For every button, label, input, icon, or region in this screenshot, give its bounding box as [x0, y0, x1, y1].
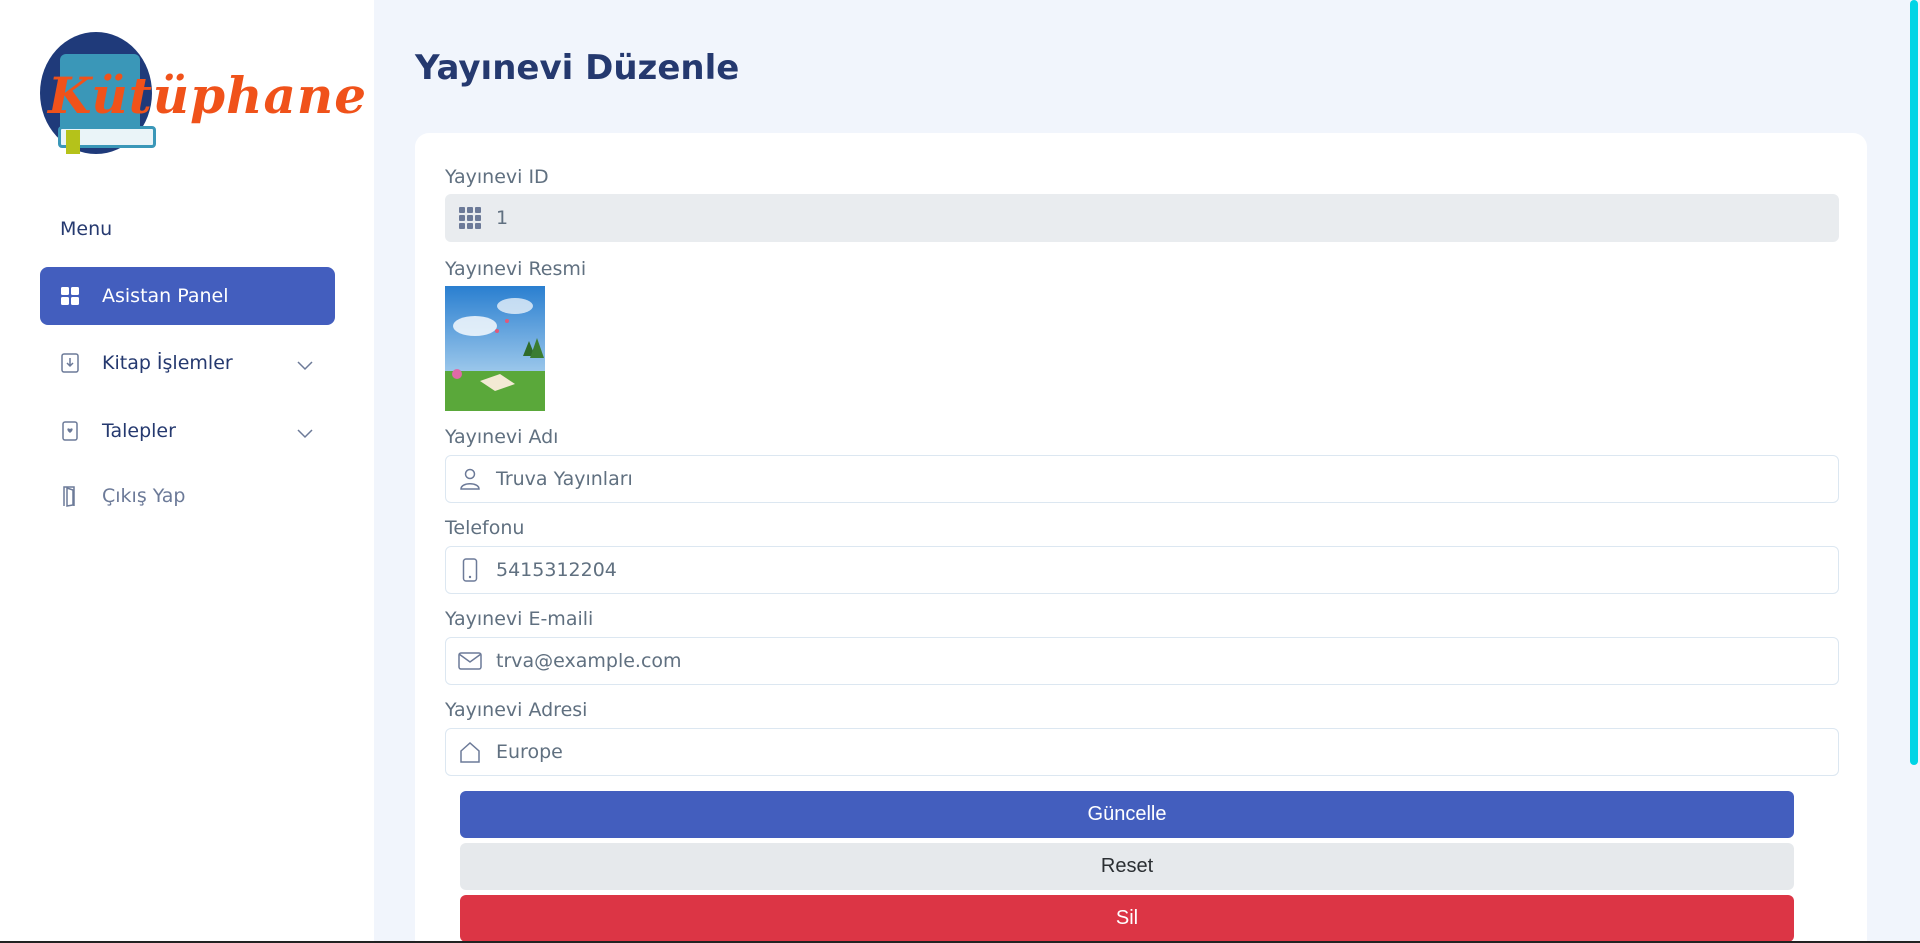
email-label: Yayınevi E-maili [445, 608, 594, 630]
sidebar-item-label: Talepler [102, 420, 176, 442]
phone-value: 5415312204 [496, 559, 617, 581]
address-label: Yayınevi Adresi [445, 699, 588, 721]
door-icon [60, 486, 80, 507]
sidebar-item-asistan-panel[interactable]: Asistan Panel [40, 267, 335, 325]
sidebar-item-kitap-islemler[interactable]: Kitap İşlemler [40, 334, 335, 392]
id-value: 1 [496, 207, 509, 229]
menu-title: Menu [60, 218, 113, 240]
sidebar-item-label: Kitap İşlemler [102, 352, 233, 374]
phone-field[interactable]: 5415312204 [445, 546, 1839, 594]
address-value: Europe [496, 741, 563, 763]
email-field[interactable]: trva@example.com [445, 637, 1839, 685]
logo[interactable]: Kütüphane [38, 30, 366, 160]
chevron-down-icon[interactable] [297, 422, 313, 444]
sidebar: Kütüphane Menu Asistan Panel Kitap İşlem… [0, 0, 374, 943]
scrollbar[interactable] [1908, 0, 1920, 943]
address-field[interactable]: Europe [445, 728, 1839, 776]
delete-button[interactable]: Sil [460, 895, 1794, 942]
download-box-icon [60, 353, 80, 373]
sidebar-item-cikis-yap[interactable]: Çıkış Yap [40, 467, 335, 525]
sidebar-item-label: Çıkış Yap [102, 485, 186, 507]
image-label: Yayınevi Resmi [445, 258, 587, 280]
name-value: Truva Yayınları [496, 468, 633, 490]
id-field: 1 [445, 194, 1839, 242]
person-icon [456, 465, 484, 493]
phone-icon [456, 556, 484, 584]
page-title: Yayınevi Düzenle [415, 48, 740, 88]
bookmark-heart-icon [60, 421, 80, 441]
update-button[interactable]: Güncelle [460, 791, 1794, 838]
name-label: Yayınevi Adı [445, 426, 559, 448]
name-field[interactable]: Truva Yayınları [445, 455, 1839, 503]
grid-3x3-icon [456, 204, 484, 232]
id-label: Yayınevi ID [445, 166, 549, 188]
logo-ribbon [66, 130, 80, 154]
main-content: Yayınevi Düzenle Yayınevi ID 1 Yayınevi … [374, 0, 1900, 943]
grid-icon [60, 286, 80, 306]
phone-label: Telefonu [445, 517, 525, 539]
house-icon [456, 738, 484, 766]
edit-form-card: Yayınevi ID 1 Yayınevi Resmi Yayınevi Ad… [415, 133, 1867, 943]
envelope-icon [456, 647, 484, 675]
sidebar-item-talepler[interactable]: Talepler [40, 402, 335, 460]
email-value: trva@example.com [496, 650, 682, 672]
reset-button[interactable]: Reset [460, 843, 1794, 890]
logo-text: Kütüphane [48, 66, 368, 125]
chevron-down-icon[interactable] [297, 354, 313, 376]
sidebar-item-label: Asistan Panel [102, 285, 229, 307]
scrollbar-thumb[interactable] [1910, 0, 1918, 765]
publisher-image [445, 286, 545, 411]
